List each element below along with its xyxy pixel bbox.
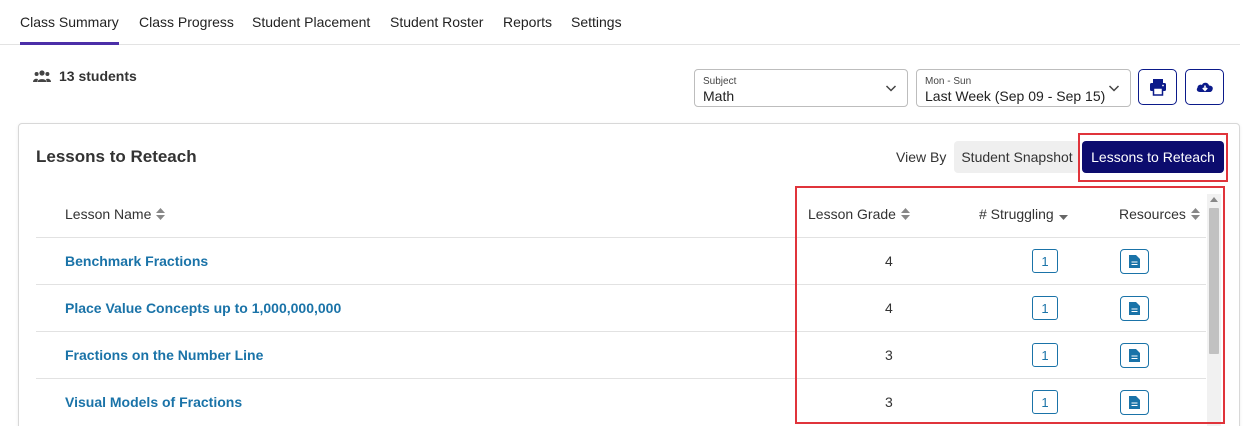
column-header-resources[interactable]: Resources — [1119, 206, 1200, 222]
subject-select-label: Subject — [703, 76, 737, 87]
column-header-lesson-grade[interactable]: Lesson Grade — [808, 206, 910, 222]
sort-icon — [1190, 208, 1200, 220]
lesson-link[interactable]: Benchmark Fractions — [65, 253, 208, 269]
lessons-to-reteach-button[interactable]: Lessons to Reteach — [1082, 141, 1224, 173]
lesson-link[interactable]: Visual Models of Fractions — [65, 394, 242, 410]
table-scrollbar[interactable] — [1207, 194, 1221, 426]
chevron-down-icon — [1108, 85, 1120, 92]
date-range-select-value: Last Week (Sep 09 - Sep 15) — [925, 88, 1106, 104]
lesson-link[interactable]: Fractions on the Number Line — [65, 347, 263, 363]
lesson-grade: 4 — [885, 253, 893, 269]
column-header-struggling[interactable]: # Struggling — [979, 206, 1068, 222]
document-icon — [1129, 302, 1140, 315]
lesson-link[interactable]: Place Value Concepts up to 1,000,000,000 — [65, 300, 341, 316]
tab-student-placement[interactable]: Student Placement — [252, 14, 370, 30]
struggling-count-button[interactable]: 1 — [1032, 390, 1058, 414]
table-row: Fractions on the Number Line 3 1 — [36, 331, 1206, 378]
table-row: Benchmark Fractions 4 1 — [36, 237, 1206, 284]
sort-down-icon — [1058, 215, 1068, 220]
column-header-label: Resources — [1119, 206, 1186, 222]
lessons-card: Lessons to Reteach View By Student Snaps… — [18, 123, 1240, 426]
resources-button[interactable] — [1120, 296, 1149, 321]
resources-button[interactable] — [1120, 343, 1149, 368]
sort-icon — [156, 208, 166, 220]
sort-icon — [900, 208, 910, 220]
tab-settings[interactable]: Settings — [571, 14, 622, 30]
date-range-select[interactable]: Mon - Sun Last Week (Sep 09 - Sep 15) — [916, 69, 1131, 107]
print-button[interactable] — [1138, 69, 1177, 105]
scroll-up-arrow-icon[interactable] — [1210, 197, 1218, 202]
resources-button[interactable] — [1120, 390, 1149, 415]
student-count-label: 13 students — [59, 68, 137, 84]
lesson-grade: 3 — [885, 347, 893, 363]
date-range-select-label: Mon - Sun — [925, 76, 972, 87]
student-count: 13 students — [33, 68, 137, 84]
printer-icon — [1149, 79, 1166, 96]
tab-reports[interactable]: Reports — [503, 14, 552, 30]
struggling-count-button[interactable]: 1 — [1032, 343, 1058, 367]
student-snapshot-button[interactable]: Student Snapshot — [954, 141, 1080, 173]
scrollbar-thumb[interactable] — [1209, 208, 1219, 354]
document-icon — [1129, 396, 1140, 409]
document-icon — [1129, 255, 1140, 268]
subject-select[interactable]: Subject Math — [694, 69, 908, 107]
column-header-label: Lesson Name — [65, 206, 152, 222]
column-header-label: # Struggling — [979, 206, 1054, 222]
tab-bar: Class Summary Class Progress Student Pla… — [0, 0, 1240, 45]
lesson-grade: 4 — [885, 300, 893, 316]
active-tab-indicator — [20, 42, 119, 45]
download-button[interactable] — [1185, 69, 1224, 105]
column-header-label: Lesson Grade — [808, 206, 896, 222]
subject-select-value: Math — [703, 88, 735, 104]
tab-class-progress[interactable]: Class Progress — [139, 14, 234, 30]
document-icon — [1129, 349, 1140, 362]
struggling-count-button[interactable]: 1 — [1032, 249, 1058, 273]
people-icon — [33, 70, 51, 82]
struggling-count-button[interactable]: 1 — [1032, 296, 1058, 320]
table-row: Visual Models of Fractions 3 1 — [36, 378, 1206, 425]
resources-button[interactable] — [1120, 249, 1149, 274]
card-title: Lessons to Reteach — [36, 147, 197, 166]
chevron-down-icon — [885, 85, 897, 92]
lesson-grade: 3 — [885, 394, 893, 410]
tab-class-summary[interactable]: Class Summary — [20, 14, 119, 30]
tab-student-roster[interactable]: Student Roster — [390, 14, 483, 30]
view-by-label: View By — [896, 149, 947, 165]
column-header-lesson-name[interactable]: Lesson Name — [65, 206, 166, 222]
cloud-download-icon — [1196, 82, 1213, 92]
table-row: Place Value Concepts up to 1,000,000,000… — [36, 284, 1206, 331]
